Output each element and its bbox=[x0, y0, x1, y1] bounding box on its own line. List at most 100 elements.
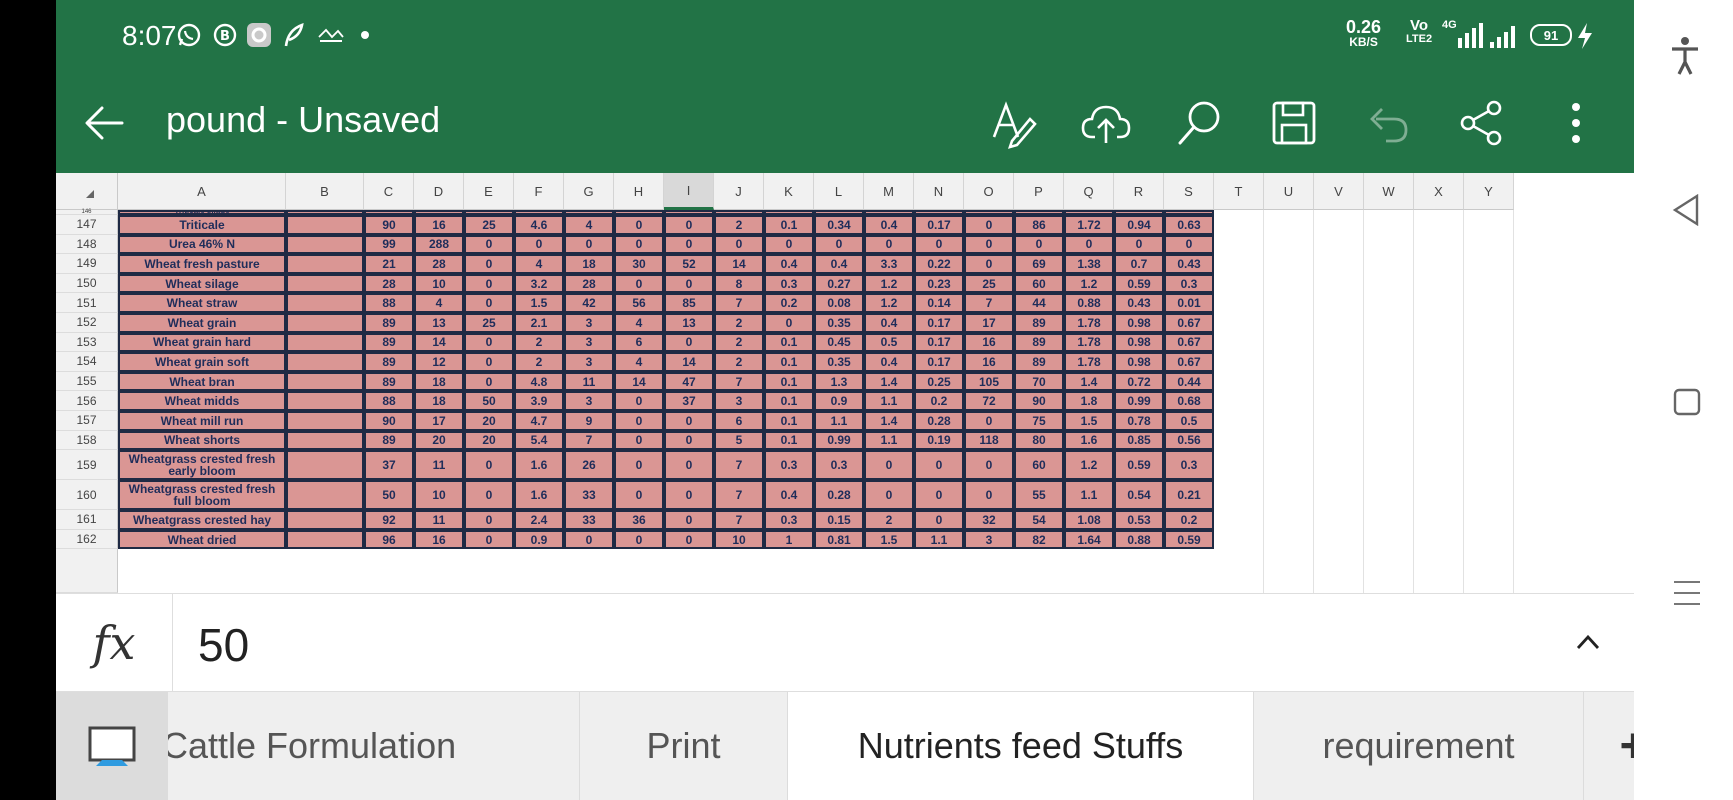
value-cell[interactable]: 0.98 bbox=[1114, 313, 1164, 333]
feed-name-cell[interactable]: Wheat fresh pasture bbox=[118, 254, 286, 274]
value-cell[interactable]: 0 bbox=[464, 371, 514, 392]
value-cell[interactable]: 6 bbox=[714, 411, 764, 431]
value-cell[interactable]: 0 bbox=[714, 234, 764, 255]
row-header[interactable]: 152 bbox=[56, 313, 118, 333]
value-cell[interactable]: 1.5 bbox=[514, 293, 564, 313]
value-cell[interactable]: 1.5 bbox=[1064, 411, 1114, 431]
recents-menu-icon[interactable] bbox=[1672, 578, 1702, 613]
value-cell[interactable]: 1.4 bbox=[864, 411, 914, 431]
table-cell[interactable] bbox=[286, 411, 364, 431]
value-cell[interactable]: 1 bbox=[764, 529, 814, 550]
table-cell[interactable] bbox=[286, 371, 364, 392]
table-cell[interactable] bbox=[286, 332, 364, 353]
value-cell[interactable]: 13 bbox=[664, 313, 714, 333]
value-cell[interactable]: 88 bbox=[364, 391, 414, 411]
value-cell[interactable]: 3 bbox=[564, 391, 614, 411]
column-header-j[interactable]: J bbox=[714, 173, 764, 210]
value-cell[interactable]: 0.1 bbox=[764, 332, 814, 353]
value-cell[interactable]: 16 bbox=[964, 332, 1014, 353]
row-header[interactable]: 160 bbox=[56, 480, 118, 511]
feed-name-cell[interactable]: Urea 46% N bbox=[118, 234, 286, 255]
value-cell[interactable]: 2.4 bbox=[514, 510, 564, 530]
column-header-c[interactable]: C bbox=[364, 173, 414, 210]
value-cell[interactable]: 0.28 bbox=[914, 411, 964, 431]
value-cell[interactable]: 0 bbox=[964, 411, 1014, 431]
value-cell[interactable]: 0 bbox=[964, 215, 1014, 235]
search-icon[interactable] bbox=[1174, 97, 1226, 149]
value-cell[interactable]: 0 bbox=[614, 430, 664, 451]
value-cell[interactable]: 0.44 bbox=[1164, 371, 1214, 392]
value-cell[interactable]: 20 bbox=[414, 430, 464, 451]
value-cell[interactable]: 0 bbox=[664, 332, 714, 353]
value-cell[interactable]: 0.4 bbox=[764, 480, 814, 511]
value-cell[interactable]: 80 bbox=[1014, 430, 1064, 451]
value-cell[interactable]: 0 bbox=[614, 411, 664, 431]
table-cell[interactable] bbox=[286, 391, 364, 411]
value-cell[interactable]: 0.3 bbox=[814, 450, 864, 481]
value-cell[interactable]: 82 bbox=[1014, 529, 1064, 550]
value-cell[interactable]: 16 bbox=[964, 352, 1014, 372]
value-cell[interactable]: 0.15 bbox=[814, 510, 864, 530]
value-cell[interactable]: 0.17 bbox=[914, 215, 964, 235]
value-cell[interactable]: 28 bbox=[564, 273, 614, 294]
column-header-s[interactable]: S bbox=[1164, 173, 1214, 210]
value-cell[interactable]: 26 bbox=[564, 450, 614, 481]
value-cell[interactable]: 0.3 bbox=[764, 273, 814, 294]
value-cell[interactable]: 18 bbox=[564, 254, 614, 274]
value-cell[interactable]: 0 bbox=[664, 529, 714, 550]
table-cell[interactable] bbox=[286, 510, 364, 530]
value-cell[interactable]: 2 bbox=[514, 352, 564, 372]
column-header-u[interactable]: U bbox=[1264, 173, 1314, 210]
value-cell[interactable]: 20 bbox=[464, 411, 514, 431]
value-cell[interactable]: 0.85 bbox=[1114, 430, 1164, 451]
value-cell[interactable]: 20 bbox=[464, 430, 514, 451]
value-cell[interactable]: 0 bbox=[464, 332, 514, 353]
value-cell[interactable]: 1.4 bbox=[864, 371, 914, 392]
feed-name-cell[interactable]: Wheat grain soft bbox=[118, 352, 286, 372]
value-cell[interactable]: 0 bbox=[614, 529, 664, 550]
value-cell[interactable]: 16 bbox=[414, 215, 464, 235]
value-cell[interactable]: 88 bbox=[364, 293, 414, 313]
value-cell[interactable]: 33 bbox=[564, 510, 614, 530]
value-cell[interactable]: 1.4 bbox=[1064, 371, 1114, 392]
column-header-i[interactable]: I bbox=[664, 173, 714, 210]
column-header-a[interactable]: A bbox=[118, 173, 286, 210]
value-cell[interactable]: 9 bbox=[564, 411, 614, 431]
value-cell[interactable]: 0.98 bbox=[1114, 352, 1164, 372]
row-header[interactable]: 156 bbox=[56, 391, 118, 411]
value-cell[interactable]: 0.17 bbox=[914, 352, 964, 372]
row-header[interactable]: 162 bbox=[56, 529, 118, 550]
value-cell[interactable]: 5 bbox=[714, 430, 764, 451]
value-cell[interactable]: 60 bbox=[1014, 273, 1064, 294]
value-cell[interactable]: 0 bbox=[614, 215, 664, 235]
value-cell[interactable]: 90 bbox=[364, 411, 414, 431]
value-cell[interactable]: 0 bbox=[614, 391, 664, 411]
value-cell[interactable]: 0 bbox=[664, 430, 714, 451]
value-cell[interactable]: 0.59 bbox=[1114, 450, 1164, 481]
value-cell[interactable]: 3.3 bbox=[864, 254, 914, 274]
value-cell[interactable]: 96 bbox=[364, 529, 414, 550]
value-cell[interactable]: 0 bbox=[464, 352, 514, 372]
value-cell[interactable]: 0 bbox=[464, 450, 514, 481]
value-cell[interactable]: 14 bbox=[714, 254, 764, 274]
value-cell[interactable]: 0.99 bbox=[814, 430, 864, 451]
value-cell[interactable]: 0.53 bbox=[1114, 510, 1164, 530]
value-cell[interactable]: 0.9 bbox=[514, 529, 564, 550]
value-cell[interactable]: 0.08 bbox=[814, 293, 864, 313]
feed-name-cell[interactable]: Triticale bbox=[118, 215, 286, 235]
row-header[interactable] bbox=[56, 549, 118, 593]
column-header-h[interactable]: H bbox=[614, 173, 664, 210]
value-cell[interactable]: 0.78 bbox=[1114, 411, 1164, 431]
column-header-o[interactable]: O bbox=[964, 173, 1014, 210]
column-header-d[interactable]: D bbox=[414, 173, 464, 210]
value-cell[interactable]: 4.6 bbox=[514, 215, 564, 235]
table-cell[interactable] bbox=[286, 273, 364, 294]
value-cell[interactable]: 0 bbox=[664, 234, 714, 255]
value-cell[interactable]: 0 bbox=[1114, 234, 1164, 255]
back-triangle-icon[interactable] bbox=[1672, 193, 1700, 231]
value-cell[interactable]: 37 bbox=[364, 450, 414, 481]
value-cell[interactable]: 0.1 bbox=[764, 352, 814, 372]
value-cell[interactable]: 0 bbox=[814, 234, 864, 255]
formula-value[interactable]: 50 bbox=[198, 618, 249, 672]
tab-cattle-formulation[interactable]: Cattle Formulation bbox=[168, 692, 580, 800]
